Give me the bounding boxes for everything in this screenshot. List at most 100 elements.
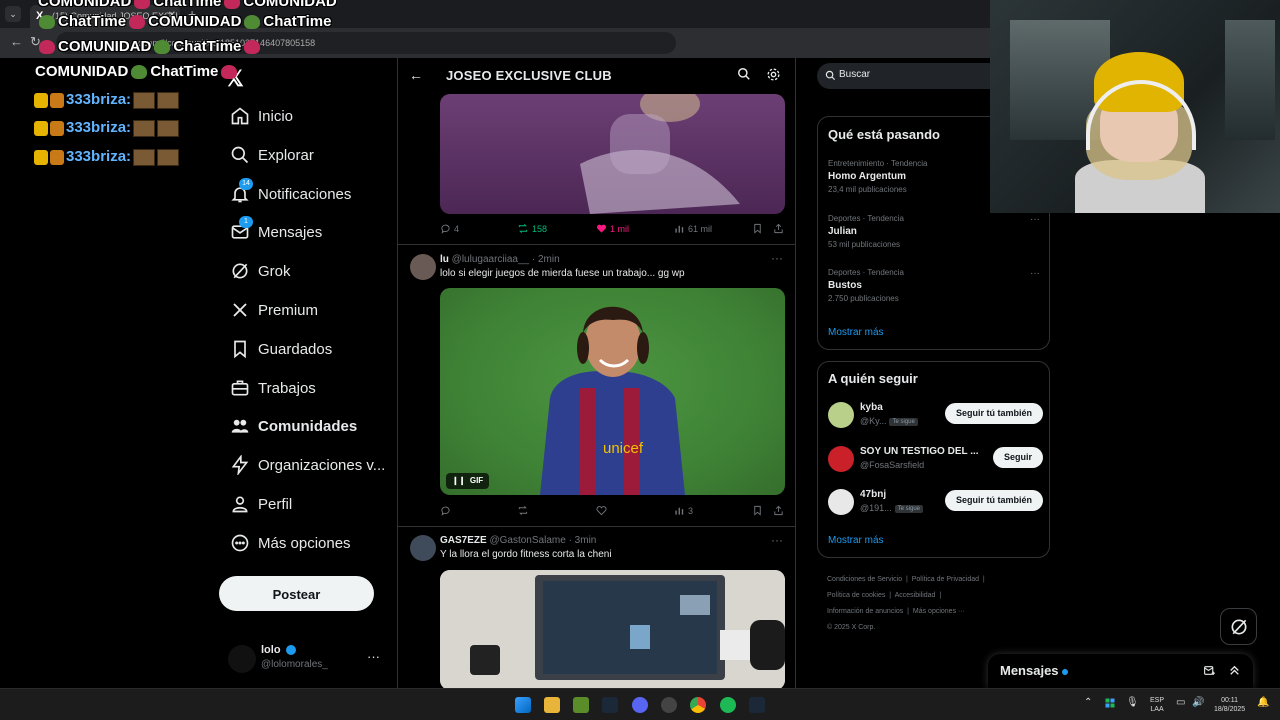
chrome-icon[interactable] — [690, 697, 706, 713]
bell-icon: 14 — [225, 178, 255, 206]
tray-app-icon[interactable] — [1104, 697, 1116, 712]
emote-icon — [157, 148, 180, 166]
views-button[interactable]: 61 mil — [674, 223, 712, 234]
new-message-icon[interactable] — [1203, 664, 1216, 682]
nav-item-comunidades[interactable]: Comunidades — [220, 408, 396, 444]
steam-icon[interactable] — [749, 697, 765, 713]
footer-link-more[interactable]: Más opciones ··· — [913, 608, 965, 615]
nav-item-notificaciones[interactable]: 14 Notificaciones — [220, 176, 396, 212]
more-icon[interactable]: ··· — [771, 251, 783, 265]
share-icon[interactable] — [773, 223, 784, 234]
notification-icon[interactable]: 🔔 — [1257, 698, 1269, 708]
nav-item-trabajos[interactable]: Trabajos — [220, 370, 396, 406]
bookmark-icon[interactable] — [752, 223, 763, 234]
language-indicator[interactable]: ESP LAA — [1150, 696, 1164, 714]
reply-icon — [441, 224, 450, 234]
discord-icon[interactable] — [632, 697, 648, 713]
pepe-emote-icon — [244, 15, 261, 30]
back-icon[interactable]: ← — [10, 34, 23, 49]
nav-item-mensajes[interactable]: 1 Mensajes — [220, 214, 396, 250]
account-switcher[interactable]: lolo @lolomorales_ ··· — [225, 641, 390, 681]
more-icon[interactable]: ··· — [771, 533, 783, 547]
clock[interactable]: 00:11 18/8/2025 — [1214, 696, 1245, 714]
chevron-up-icon[interactable] — [1228, 664, 1241, 682]
app-icon[interactable] — [573, 697, 589, 713]
nav-item-organizaciones[interactable]: Organizaciones v... — [220, 447, 396, 483]
who-to-follow-card: A quién seguir kyba @Ky... Te sigue Segui… — [817, 361, 1050, 558]
post-author-handle[interactable]: @lulugaarciiaa__ — [452, 254, 529, 265]
repost-button[interactable] — [517, 505, 532, 516]
footer-link-cookies[interactable]: Política de cookies — [827, 592, 885, 599]
show-more-follow-link[interactable]: Mostrar más — [828, 535, 884, 546]
like-button[interactable]: 1 mil — [596, 223, 629, 234]
feed-header: ← JOSEO EXCLUSIVE CLUB — [398, 58, 795, 93]
nav-item-grok[interactable]: Grok — [220, 253, 396, 289]
reply-icon — [441, 506, 450, 516]
nav-item-guardados[interactable]: Guardados — [220, 331, 396, 367]
reply-button[interactable]: 4 — [440, 223, 459, 234]
reply-button[interactable] — [440, 505, 454, 516]
repost-button[interactable]: 158 — [517, 223, 547, 234]
footer-link-accessibility[interactable]: Accesibilidad — [895, 592, 936, 599]
follow-suggestion[interactable]: kyba @Ky... Te sigue Seguir tú también — [828, 400, 1043, 430]
trend-item[interactable]: Deportes · Tendencia Bustos 2.750 public… — [828, 268, 1040, 303]
spotify-icon[interactable] — [720, 697, 736, 713]
sub-badge-icon — [50, 120, 64, 136]
search-icon — [225, 143, 255, 167]
more-icon[interactable]: ··· — [1030, 214, 1040, 225]
post-image[interactable] — [440, 570, 785, 688]
windows-start-icon[interactable] — [515, 697, 531, 713]
show-more-trends-link[interactable]: Mostrar más — [828, 327, 884, 338]
back-arrow-icon[interactable]: ← — [409, 67, 423, 83]
microphone-icon[interactable]: 🎙 — [1126, 698, 1139, 708]
follow-back-button[interactable]: Seguir tú también — [944, 403, 1043, 424]
nav-item-premium[interactable]: Premium — [220, 292, 396, 328]
nav-item-perfil[interactable]: Perfil — [220, 486, 396, 522]
like-button[interactable] — [596, 505, 610, 516]
nav-item-mas-opciones[interactable]: Más opciones — [220, 525, 396, 561]
search-icon[interactable] — [737, 67, 753, 83]
account-name: lolo — [261, 644, 281, 656]
follow-suggestion[interactable]: SOY UN TESTIGO DEL ... @FosaSarsfield Se… — [828, 444, 1043, 474]
gif-badge[interactable]: ❙❙ GIF — [446, 473, 490, 489]
grok-float-button[interactable] — [1220, 608, 1257, 645]
briefcase-icon — [225, 376, 255, 400]
trend-item[interactable]: Deportes · Tendencia Julian 53 mil publi… — [828, 214, 1040, 249]
nav-item-explorar[interactable]: Explorar — [220, 137, 396, 173]
post-author-name[interactable]: lu — [440, 254, 449, 265]
network-icon[interactable]: ▭ — [1176, 698, 1185, 708]
post-gif[interactable]: unicef ❙❙ GIF — [440, 288, 785, 495]
more-icon[interactable]: ··· — [367, 649, 380, 664]
footer-link-ads[interactable]: Información de anuncios — [827, 608, 903, 615]
follow-back-button[interactable]: Seguir tú también — [944, 490, 1043, 511]
post-image[interactable] — [440, 94, 785, 214]
views-button[interactable]: 3 — [674, 505, 693, 516]
tray-overflow-icon[interactable]: ⌃ — [1084, 698, 1092, 708]
messages-drawer[interactable]: Mensajes — [988, 654, 1253, 688]
post-actions: 4 158 1 mil 61 mil — [440, 223, 785, 239]
bookmark-icon[interactable] — [752, 505, 763, 516]
steam-icon[interactable] — [602, 697, 618, 713]
nav-item-inicio[interactable]: Inicio — [220, 98, 396, 134]
share-icon[interactable] — [773, 505, 784, 516]
obs-icon[interactable] — [661, 697, 677, 713]
follow-button[interactable]: Seguir — [992, 447, 1043, 468]
footer-link-terms[interactable]: Condiciones de Servicio — [827, 576, 902, 583]
post-author-handle[interactable]: @GastonSalame — [489, 535, 565, 546]
file-explorer-icon[interactable] — [544, 697, 560, 713]
gear-icon[interactable] — [766, 67, 782, 83]
footer-link-privacy[interactable]: Política de Privacidad — [912, 576, 979, 583]
search-icon — [825, 70, 836, 81]
follow-suggestion[interactable]: 47bnj @191... Te sigue Seguir tú también — [828, 487, 1043, 517]
avatar[interactable] — [410, 535, 436, 561]
post-button[interactable]: Postear — [219, 576, 374, 611]
post-time: · 3min — [568, 535, 597, 546]
tab-search-button[interactable]: ⌄ — [5, 6, 21, 22]
speaker-icon[interactable]: 🔊 — [1192, 698, 1204, 708]
post-author-name[interactable]: GAS7EZE — [440, 535, 487, 546]
avatar[interactable] — [410, 254, 436, 280]
pepe-emote-icon — [39, 40, 55, 55]
more-icon[interactable]: ··· — [1030, 268, 1040, 279]
chat-row: 333briza: — [34, 119, 180, 137]
post-text: lolo si elegir juegos de mierda fuese un… — [440, 268, 685, 279]
